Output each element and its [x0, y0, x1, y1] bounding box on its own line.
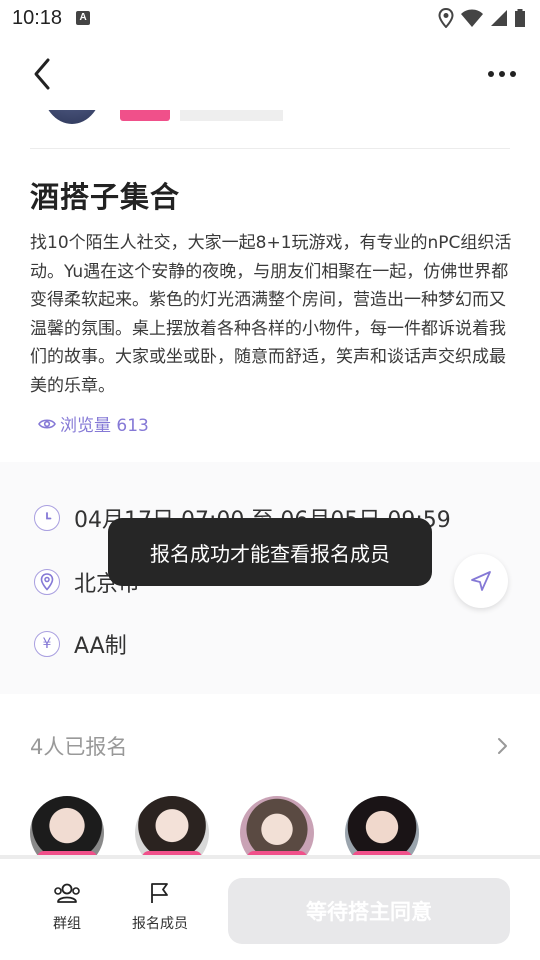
group-button[interactable]: 群组 [52, 881, 82, 933]
member-avatar[interactable] [345, 796, 419, 855]
notification-a-icon: A [76, 11, 91, 25]
more-horizontal-icon [488, 71, 516, 77]
payment-row: ¥ AA制 [34, 628, 127, 660]
organizer-avatar[interactable] [42, 110, 102, 124]
group-label: 群组 [53, 916, 81, 932]
bottom-action-bar: 群组 报名成员 等待搭主同意 [0, 855, 540, 960]
member-avatar[interactable] [30, 796, 104, 855]
flag-icon [151, 883, 168, 903]
members-label: 报名成员 [132, 916, 188, 932]
group-icon [54, 883, 80, 903]
toast-message: 报名成功才能查看报名成员 [108, 518, 432, 586]
battery-icon [515, 9, 525, 27]
divider [30, 148, 510, 149]
member-avatar[interactable] [135, 796, 209, 855]
yuan-icon: ¥ [34, 631, 60, 657]
event-title: 酒搭子集合 [30, 180, 181, 214]
more-button[interactable] [486, 60, 518, 88]
nav-bar [0, 36, 540, 110]
send-icon [471, 571, 491, 591]
signup-count: 4人已报名 [30, 735, 128, 759]
chevron-right-icon [498, 738, 507, 754]
clock-icon [34, 505, 60, 531]
status-time: 10:18 [12, 6, 63, 29]
eye-icon [38, 418, 56, 429]
await-approval-button[interactable]: 等待搭主同意 [228, 878, 510, 944]
organizer-id-badge [180, 110, 283, 121]
signal-icon [491, 10, 507, 26]
location-icon [438, 8, 454, 28]
status-bar: 10:18 A [0, 0, 540, 36]
map-pin-icon [34, 569, 60, 595]
signup-list-header[interactable]: 4人已报名 [30, 728, 510, 764]
event-description: 找10个陌生人社交，大家一起8+1玩游戏，有专业的nPC组织活动。Yu遇在这个安… [30, 233, 512, 396]
views-label: 浏览量 613 [60, 416, 149, 436]
payment-text: AA制 [74, 634, 127, 659]
status-icons [438, 8, 526, 28]
member-avatar[interactable] [240, 796, 314, 855]
organizer-badge [120, 110, 170, 121]
chevron-left-icon [34, 58, 50, 90]
back-button[interactable] [24, 54, 64, 94]
wifi-icon [461, 9, 483, 27]
views-count: 浏览量 613 [38, 411, 149, 436]
members-button[interactable]: 报名成员 [132, 881, 188, 933]
event-content[interactable]: 酒搭子集合 找10个陌生人社交，大家一起8+1玩游戏，有专业的nPC组织活动。Y… [0, 110, 540, 855]
organizer-strip [0, 110, 540, 148]
navigate-button[interactable] [454, 554, 508, 608]
